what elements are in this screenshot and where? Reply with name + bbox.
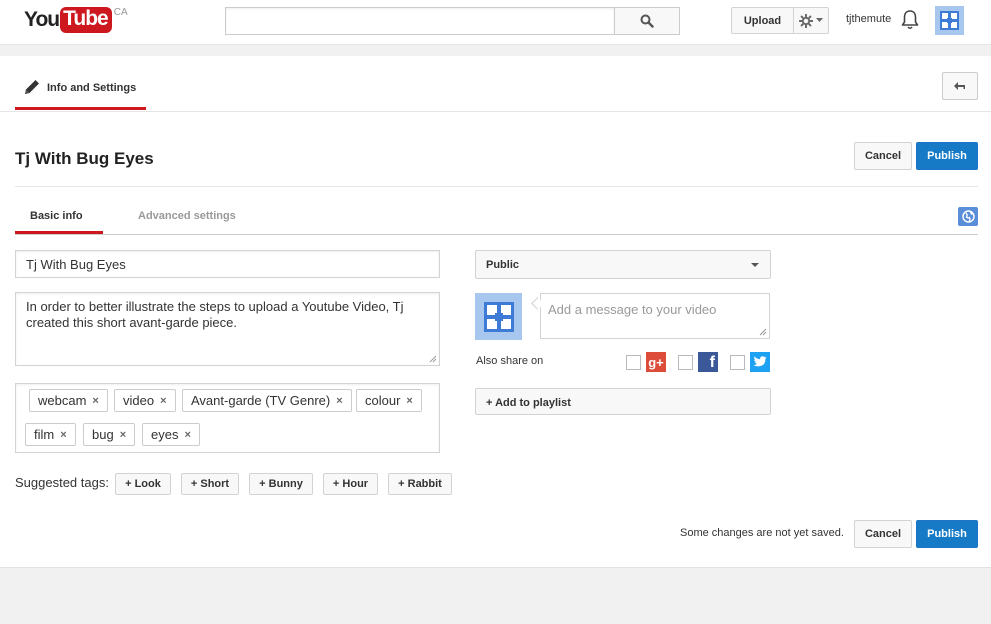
logo-you-text: You (24, 8, 60, 31)
tag-chip: bug × (83, 423, 136, 446)
account-avatar[interactable] (935, 6, 964, 35)
facebook-icon: f (698, 352, 718, 372)
remove-tag-button[interactable]: × (120, 429, 126, 441)
publish-button[interactable]: Publish (916, 142, 978, 170)
description-textarea[interactable]: In order to better illustrate the steps … (15, 292, 440, 366)
settings-menu-button[interactable] (794, 7, 829, 34)
cancel-button[interactable]: Cancel (854, 142, 912, 170)
cancel-button-bottom[interactable]: Cancel (854, 520, 912, 548)
section-tab-label: Info and Settings (47, 82, 137, 94)
youtube-logo[interactable]: You Tube CA (24, 7, 128, 35)
divider (0, 111, 991, 112)
title-input[interactable]: Tj With Bug Eyes (15, 250, 440, 278)
suggested-tag-button[interactable]: + Hour (323, 473, 378, 495)
back-arrow-icon (954, 82, 965, 90)
search-icon (640, 14, 654, 28)
tag-chip: Avant-garde (TV Genre) × (182, 389, 352, 412)
tab-info-and-settings[interactable]: Info and Settings (15, 73, 146, 110)
chevron-down-icon (751, 263, 759, 267)
message-placeholder: Add a message to your video (548, 302, 717, 317)
remove-tag-button[interactable]: × (336, 395, 342, 407)
tag-chip: colour × (356, 389, 422, 412)
suggested-tags-label: Suggested tags: (15, 475, 109, 490)
tag-label: colour (365, 393, 401, 408)
video-edit-card: Info and Settings Tj With Bug Eyes Cance… (0, 56, 991, 568)
remove-tag-button[interactable]: × (60, 429, 66, 441)
page-title: Tj With Bug Eyes (15, 149, 154, 168)
divider (15, 186, 978, 187)
tag-label: Avant-garde (TV Genre) (191, 393, 331, 408)
add-to-playlist-button[interactable]: + Add to playlist (475, 388, 771, 415)
remove-tag-button[interactable]: × (184, 429, 190, 441)
channel-avatar (475, 293, 522, 340)
back-button[interactable] (942, 72, 978, 100)
gear-icon (799, 13, 813, 28)
description-text: In order to better illustrate the steps … (26, 299, 404, 330)
unsaved-changes-notice: Some changes are not yet saved. (680, 527, 844, 539)
tag-chip: webcam × (29, 389, 108, 412)
logo-tube-text: Tube (60, 7, 112, 33)
upload-button[interactable]: Upload (731, 7, 794, 34)
masthead: You Tube CA Upload tjthemute (0, 0, 991, 45)
tab-advanced-settings[interactable]: Advanced settings (138, 210, 236, 222)
globe-icon (961, 210, 975, 223)
resize-handle-icon[interactable] (429, 355, 437, 363)
privacy-value: Public (486, 259, 520, 271)
tab-basic-info[interactable]: Basic info (15, 203, 103, 234)
resize-handle-icon[interactable] (759, 328, 767, 336)
tags-input[interactable]: webcam × video × Avant-garde (TV Genre) × c… (15, 383, 440, 453)
tag-chip: film × (25, 423, 76, 446)
logo-country-code: CA (113, 7, 128, 18)
language-button[interactable] (958, 207, 978, 226)
chevron-down-icon (816, 18, 823, 22)
bell-icon[interactable] (900, 9, 920, 31)
share-message-textarea[interactable]: Add a message to your video (540, 293, 770, 339)
facebook-checkbox[interactable] (678, 355, 693, 370)
default-avatar-icon (483, 301, 514, 332)
pencil-icon (25, 80, 39, 94)
tag-chip: video × (114, 389, 176, 412)
twitter-icon (750, 352, 770, 372)
suggested-tag-button[interactable]: + Short (181, 473, 239, 495)
suggested-tag-button[interactable]: + Bunny (249, 473, 313, 495)
publish-button-bottom[interactable]: Publish (916, 520, 978, 548)
tag-chip: eyes × (142, 423, 200, 446)
google-plus-icon: g+ (646, 352, 666, 372)
username-link[interactable]: tjthemute (846, 13, 891, 25)
suggested-tag-button[interactable]: + Rabbit (388, 473, 452, 495)
tag-label: bug (92, 427, 114, 442)
tag-label: webcam (38, 393, 87, 408)
twitter-checkbox[interactable] (730, 355, 745, 370)
google-plus-checkbox[interactable] (626, 355, 641, 370)
remove-tag-button[interactable]: × (406, 395, 412, 407)
remove-tag-button[interactable]: × (92, 395, 98, 407)
search-button[interactable] (614, 7, 680, 35)
default-avatar-icon (940, 11, 959, 30)
search-input[interactable] (225, 7, 614, 35)
suggested-tag-button[interactable]: + Look (115, 473, 171, 495)
tag-label: film (34, 427, 55, 442)
privacy-select[interactable]: Public (475, 250, 771, 279)
tag-label: video (123, 393, 155, 408)
tag-label: eyes (151, 427, 179, 442)
remove-tag-button[interactable]: × (160, 395, 166, 407)
divider (15, 234, 978, 235)
share-on-label: Also share on (476, 355, 544, 367)
